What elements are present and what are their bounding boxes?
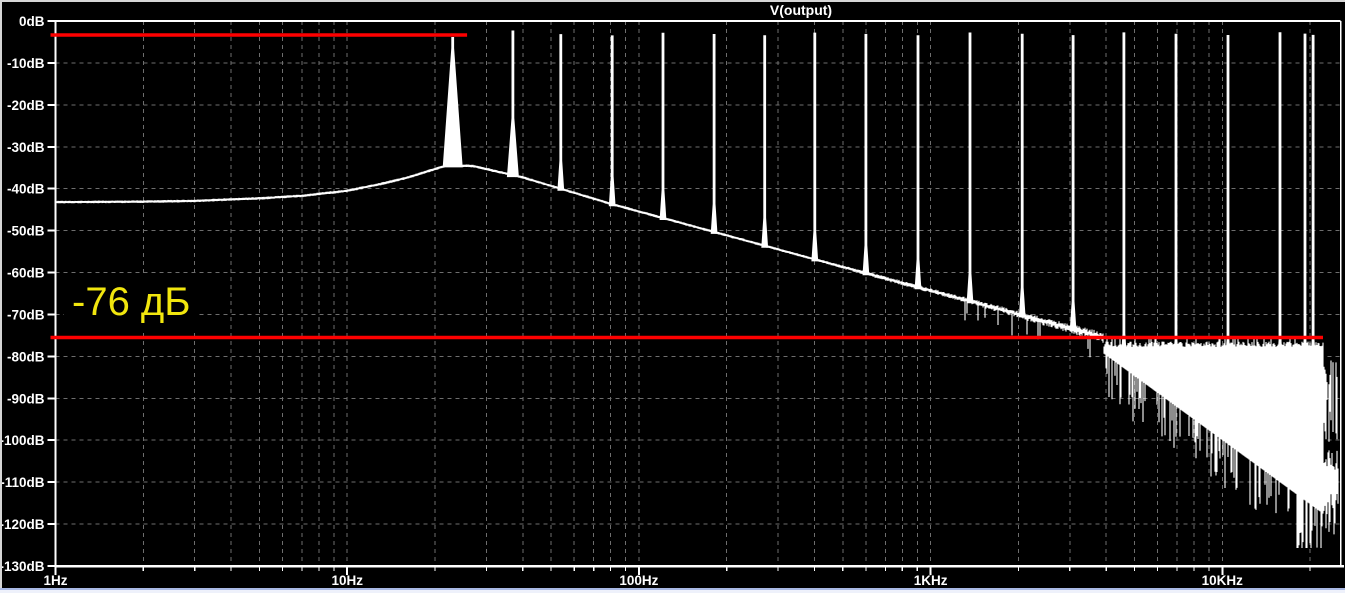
- x-tick-label: 100Hz: [619, 573, 658, 588]
- tone-spike: [442, 37, 463, 168]
- noise-level-annotation: -76 дБ: [64, 277, 199, 329]
- waveform-pane[interactable]: 0dB -10dB -20dB -30dB -40dB -50dB -60dB -70dB -8…: [0, 0, 1345, 593]
- x-tick-label: 10Hz: [331, 573, 363, 588]
- tone-spike: [1069, 35, 1077, 332]
- tone-spike: [914, 35, 922, 290]
- x-tick-label: 10KHz: [1202, 573, 1244, 588]
- y-tick-label: -110dB: [0, 475, 45, 490]
- y-tick-label: -100dB: [0, 433, 45, 448]
- y-tick-label: 0dB: [19, 14, 45, 29]
- tone-spike: [966, 32, 974, 304]
- tone-spike: [506, 30, 519, 178]
- window-border-top: [0, 0, 1345, 2]
- y-tick-label: -20dB: [7, 98, 45, 113]
- tone-spike: [1276, 32, 1284, 371]
- window-border-left: [0, 0, 2, 589]
- tone-spike: [1172, 33, 1180, 370]
- tone-spike: [1309, 34, 1317, 371]
- spectrum-plot: 0dB -10dB -20dB -30dB -40dB -50dB -60dB -70dB -8…: [0, 14, 1344, 588]
- y-tick-label: -90dB: [7, 391, 45, 406]
- tone-spike: [608, 35, 616, 207]
- tone-spike: [1301, 33, 1309, 370]
- y-tick-label: -70dB: [7, 307, 45, 322]
- tone-spike: [659, 32, 667, 221]
- tone-spike: [761, 35, 769, 248]
- tone-spike: [557, 34, 565, 191]
- plot-window: V(output) 0dB -10dB -20dB -30dB -40dB -50dB -6…: [0, 0, 1345, 593]
- tone-spike: [1120, 32, 1128, 364]
- y-tick-label: -10dB: [7, 56, 45, 71]
- y-tick-label: -80dB: [7, 349, 45, 364]
- y-tick-label: -120dB: [0, 517, 45, 532]
- x-tick-label: 1KHz: [914, 573, 948, 588]
- tone-spike: [1224, 35, 1232, 370]
- tone-spike: [862, 33, 870, 276]
- y-tick-label: -130dB: [0, 559, 45, 574]
- tone-spike: [1018, 33, 1026, 318]
- axes-frame: [47, 20, 1344, 575]
- y-tick-label: -40dB: [7, 182, 45, 197]
- grid-lines: [55, 21, 1341, 566]
- tone-spike: [710, 34, 718, 234]
- x-tick-label: 1Hz: [43, 573, 67, 588]
- trace-name-label: V(output): [769, 2, 833, 18]
- y-tick-label: -60dB: [7, 266, 45, 281]
- red-marker-lines: [50, 33, 1323, 340]
- y-tick-label: -30dB: [7, 140, 45, 155]
- y-tick-label: -50dB: [7, 224, 45, 239]
